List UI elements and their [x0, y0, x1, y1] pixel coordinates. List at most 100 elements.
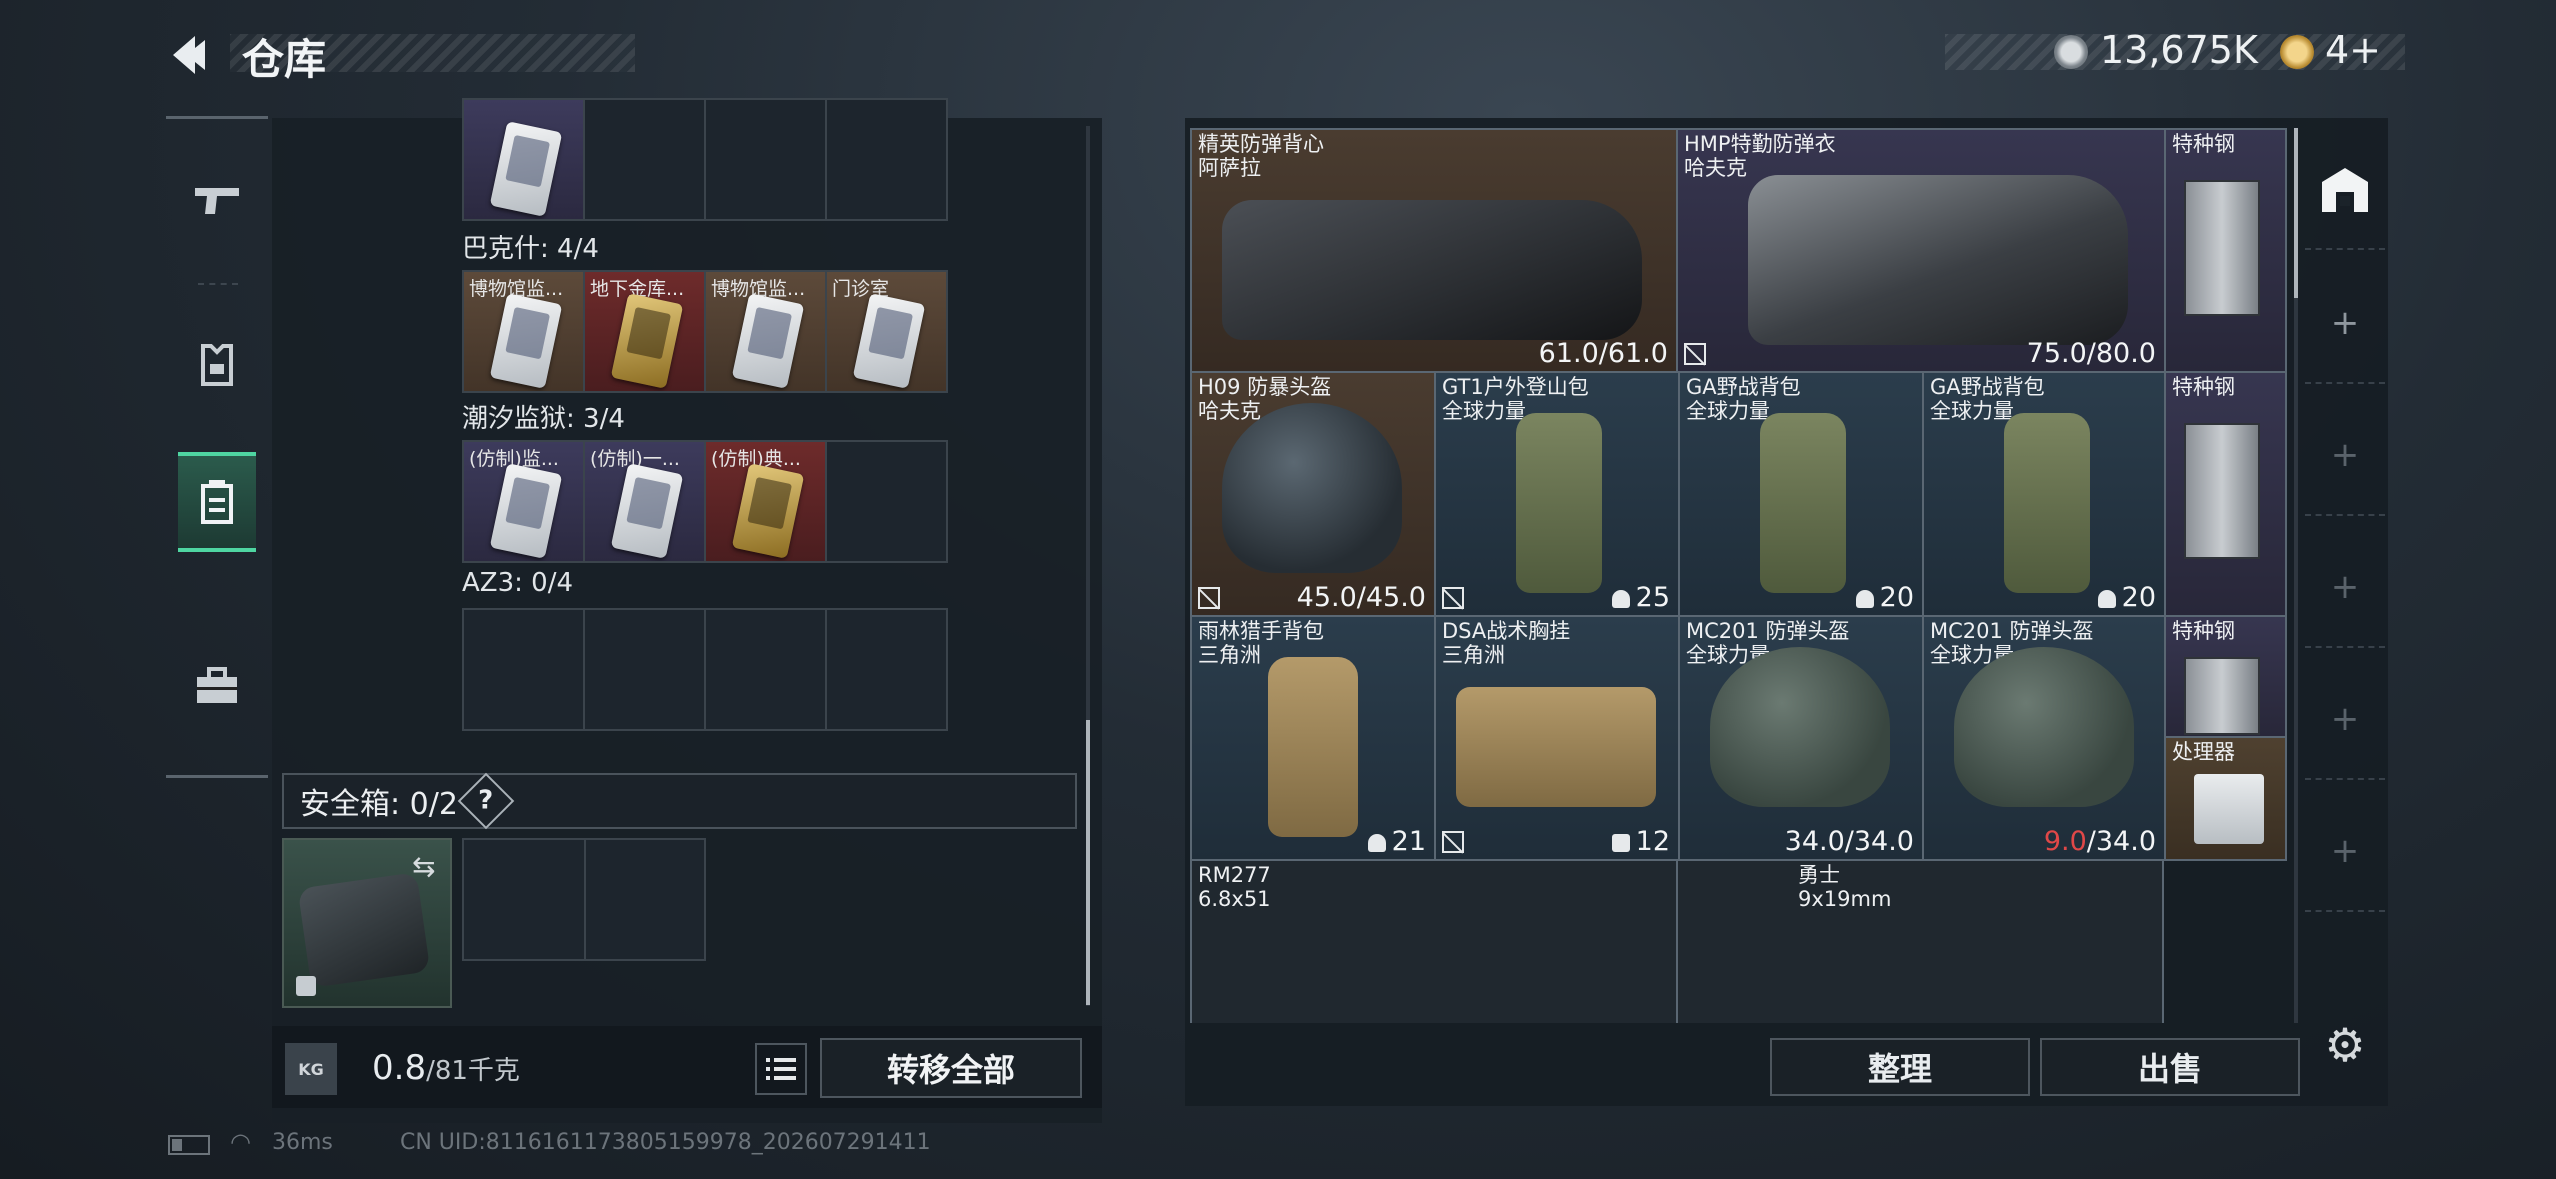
gear-icon[interactable]: ⚙: [2318, 1018, 2372, 1072]
item-name: 特种钢: [2172, 132, 2235, 156]
item-mc201-helmet[interactable]: MC201 防弹头盔 全球力量 34.0/34.0: [1678, 615, 1924, 861]
item-elite-vest[interactable]: 精英防弹背心 阿萨拉 61.0/61.0: [1190, 128, 1678, 373]
back-arrow-icon[interactable]: [165, 30, 215, 80]
safe-case-slot[interactable]: ⇆: [282, 838, 452, 1008]
capacity-icon: [1367, 833, 1386, 852]
key-slot[interactable]: (仿制)监...: [462, 440, 585, 563]
right-scrollbar-thumb[interactable]: [2294, 128, 2298, 298]
item-h09-helmet[interactable]: H09 防暴头盔 哈夫克 45.0/45.0: [1190, 371, 1436, 617]
durability: 61.0/61.0: [1538, 338, 1668, 369]
keycard-image: [489, 121, 563, 217]
capacity-icon: [1855, 589, 1874, 608]
warehouse-icon: [2322, 168, 2368, 212]
armor-image: [1748, 175, 2128, 345]
empty-slot[interactable]: [825, 98, 948, 221]
item-name: 特种钢: [2172, 375, 2235, 399]
ticket-amount[interactable]: 4+: [2325, 28, 2381, 72]
capacity: 25: [1611, 582, 1670, 613]
add-warehouse-tab[interactable]: +: [2305, 792, 2385, 912]
item-rm277[interactable]: RM277 6.8x51: [1190, 859, 1678, 1023]
empty-slot[interactable]: [583, 608, 706, 731]
pistol-icon: [195, 188, 239, 214]
item-name: 勇士 9x19mm: [1798, 863, 1892, 912]
item-name: 处理器: [2172, 740, 2235, 764]
item-rainforest-backpack[interactable]: 雨林猎手背包 三角洲 21: [1190, 615, 1436, 861]
no-repair-icon: [1684, 343, 1706, 365]
swap-icon[interactable]: ⇆: [412, 850, 435, 883]
sell-button[interactable]: 出售: [2040, 1038, 2300, 1096]
item-mc201-helmet[interactable]: MC201 防弹头盔 全球力量 9.0/34.0: [1922, 615, 2166, 861]
item-processor[interactable]: 处理器: [2164, 736, 2287, 861]
list-icon: [766, 1058, 796, 1080]
item-hmp-armor[interactable]: HMP特勤防弹衣 哈夫克 75.0/80.0: [1676, 128, 2166, 373]
keycard-image: [731, 463, 805, 559]
empty-slot[interactable]: [462, 608, 585, 731]
keycard-image: [489, 463, 563, 559]
empty-slot[interactable]: [704, 98, 827, 221]
safe-box-slots[interactable]: [462, 838, 706, 961]
item-special-steel[interactable]: 特种钢: [2164, 128, 2287, 373]
list-view-button[interactable]: [755, 1043, 807, 1095]
steel-image: [2184, 657, 2260, 735]
sort-button[interactable]: 整理: [1770, 1038, 2030, 1096]
nav-keys[interactable]: [178, 452, 256, 552]
backpack-image: [1760, 413, 1846, 593]
silver-coin-icon: [2054, 35, 2088, 69]
add-warehouse-tab[interactable]: +: [2305, 660, 2385, 780]
nav-separator: [198, 283, 238, 285]
weight-icon: KG: [285, 1043, 337, 1095]
nav-equipment[interactable]: [178, 315, 256, 415]
empty-slot[interactable]: [583, 98, 706, 221]
nav-supplies[interactable]: [178, 636, 256, 736]
item-ga-backpack[interactable]: GA野战背包 全球力量 20: [1678, 371, 1924, 617]
empty-slot[interactable]: [825, 440, 948, 563]
lock-icon: [296, 976, 316, 996]
steel-image: [2184, 423, 2260, 559]
key-slot[interactable]: (仿制)一...: [583, 440, 706, 563]
item-special-steel[interactable]: 特种钢: [2164, 371, 2287, 617]
safe-case-image: [297, 872, 431, 988]
money-amount[interactable]: 13,675K: [2100, 28, 2258, 72]
warehouse-tab-main[interactable]: [2305, 130, 2385, 250]
vest-image: [1222, 200, 1642, 340]
key-slot[interactable]: [462, 98, 585, 221]
chest-rig-image: [1456, 687, 1656, 807]
item-ga-backpack[interactable]: GA野战背包 全球力量 20: [1922, 371, 2166, 617]
backpack-image: [1268, 657, 1358, 837]
item-name: RM277 6.8x51: [1198, 863, 1271, 912]
helmet-image: [1954, 647, 2134, 807]
page-title: 仓库: [242, 35, 327, 84]
capacity-icon: [1611, 589, 1630, 608]
weight-readout: 0.8/81千克: [372, 1048, 520, 1088]
toolbox-icon: [197, 667, 237, 703]
key-slot[interactable]: 地下金库...: [583, 270, 706, 393]
item-dsa-chest-rig[interactable]: DSA战术胸挂 三角洲 12: [1434, 615, 1680, 861]
capacity-icon: [2097, 589, 2116, 608]
warehouse-tabs: + + + + +: [2305, 130, 2385, 1010]
item-special-steel[interactable]: 特种钢: [2164, 615, 2287, 738]
battery-icon: [168, 1135, 210, 1155]
capacity: 20: [2097, 582, 2156, 613]
empty-slot[interactable]: [704, 608, 827, 731]
group-label-tidal-prison: 潮汐监狱: 3/4: [462, 404, 625, 434]
add-warehouse-tab[interactable]: +: [2305, 264, 2385, 384]
empty-slot[interactable]: [825, 608, 948, 731]
transfer-all-button[interactable]: 转移全部: [820, 1038, 1082, 1098]
help-icon[interactable]: ?: [457, 772, 515, 830]
keycard-row-bakshi: 博物馆监... 地下金库... 博物馆监... 门诊室: [462, 270, 948, 393]
warehouse-grid: 精英防弹背心 阿萨拉 61.0/61.0 HMP特勤防弹衣 哈夫克 75.0/80.…: [1190, 128, 2287, 1023]
helmet-image: [1710, 647, 1890, 807]
add-warehouse-tab[interactable]: +: [2305, 396, 2385, 516]
durability: 9.0/34.0: [2043, 826, 2156, 857]
add-warehouse-tab[interactable]: +: [2305, 528, 2385, 648]
item-warrior[interactable]: 勇士 9x19mm: [1676, 859, 2164, 1023]
key-slot[interactable]: 门诊室: [825, 270, 948, 393]
key-slot[interactable]: (仿制)典...: [704, 440, 827, 563]
key-slot[interactable]: 博物馆监...: [462, 270, 585, 393]
helmet-image: [1222, 403, 1402, 573]
key-slot[interactable]: 博物馆监...: [704, 270, 827, 393]
capacity: 21: [1367, 826, 1426, 857]
nav-weapons[interactable]: [178, 152, 256, 252]
left-scrollbar-thumb[interactable]: [1086, 720, 1090, 1005]
item-gt1-backpack[interactable]: GT1户外登山包 全球力量 25: [1434, 371, 1680, 617]
